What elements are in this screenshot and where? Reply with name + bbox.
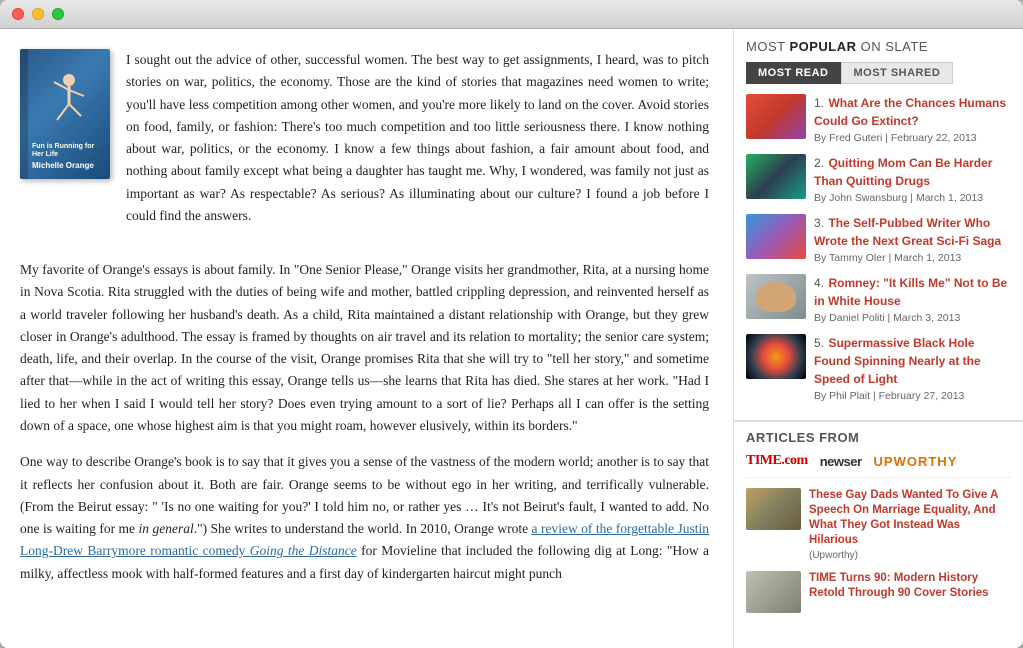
item-byline-3: By Tammy Oler | March 1, 2013 [814, 252, 1011, 264]
browser-window: Fun is Running for Her Life Michelle Ora… [0, 0, 1023, 648]
popular-item-text-3: 3. The Self-Pubbed Writer Who Wrote the … [814, 214, 1011, 264]
popular-thumb-4 [746, 274, 806, 319]
popular-item-3: 3. The Self-Pubbed Writer Who Wrote the … [746, 214, 1011, 264]
article-text-block: I sought out the advice of other, succes… [126, 49, 709, 241]
popular-item-2: 2. Quitting Mom Can Be Harder Than Quitt… [746, 154, 1011, 204]
popular-thumb-1 [746, 94, 806, 139]
article-paragraph-2: My favorite of Orange's essays is about … [20, 259, 709, 437]
item-number-2: 2. [814, 156, 824, 170]
item-number-5: 5. [814, 336, 824, 350]
book-cover-author: Michelle Orange [32, 161, 106, 171]
popular-item-4: 4. Romney: "It Kills Me" Not to Be in Wh… [746, 274, 1011, 324]
popular-item-text-4: 4. Romney: "It Kills Me" Not to Be in Wh… [814, 274, 1011, 324]
from-headline-1[interactable]: These Gay Dads Wanted To Give A Speech O… [809, 488, 1011, 548]
item-headline-5[interactable]: Supermassive Black Hole Found Spinning N… [814, 336, 981, 386]
logo-newser[interactable]: newser [820, 454, 862, 469]
article-top: Fun is Running for Her Life Michelle Ora… [20, 49, 709, 241]
book-cover-figure [32, 69, 106, 129]
popular-thumb-3 [746, 214, 806, 259]
item-headline-2[interactable]: Quitting Mom Can Be Harder Than Quitting… [814, 156, 992, 188]
from-article-text-2: TIME Turns 90: Modern History Retold Thr… [809, 571, 1011, 603]
item-number-4: 4. [814, 276, 824, 290]
book-cover-title: Fun is Running for Her Life [32, 143, 106, 160]
minimize-button[interactable] [32, 8, 44, 20]
maximize-button[interactable] [52, 8, 64, 20]
sidebar: MOST POPULAR ON SLATE MOST READ MOST SHA… [733, 29, 1023, 648]
item-byline-2: By John Swansburg | March 1, 2013 [814, 192, 1011, 204]
article-link-1[interactable]: a review of the forgettable Justin Long-… [20, 521, 709, 558]
tab-most-shared[interactable]: MOST SHARED [841, 62, 954, 84]
item-byline-4: By Daniel Politi | March 3, 2013 [814, 312, 1011, 324]
from-article-1: These Gay Dads Wanted To Give A Speech O… [746, 488, 1011, 561]
book-cover: Fun is Running for Her Life Michelle Ora… [20, 49, 110, 179]
popular-item-text-5: 5. Supermassive Black Hole Found Spinnin… [814, 334, 1011, 402]
popular-section: MOST POPULAR ON SLATE MOST READ MOST SHA… [734, 29, 1023, 420]
popular-title-prefix: MOST [746, 39, 789, 54]
source-logos: TIME.com newser UPWORTHY [746, 453, 1011, 478]
tab-most-read[interactable]: MOST READ [746, 62, 841, 84]
popular-section-title: MOST POPULAR ON SLATE [746, 39, 1011, 54]
from-source-1: (Upworthy) [809, 550, 1011, 561]
popular-title-suffix: ON SLATE [857, 39, 928, 54]
from-thumb-2 [746, 571, 801, 613]
articles-from-section: ARTICLES FROM TIME.com newser UPWORTHY T… [734, 420, 1023, 631]
logo-upworthy[interactable]: UPWORTHY [874, 454, 958, 469]
browser-content: Fun is Running for Her Life Michelle Ora… [0, 29, 1023, 648]
item-byline-1: By Fred Guteri | February 22, 2013 [814, 132, 1011, 144]
popular-title-bold: POPULAR [789, 39, 856, 54]
main-article: Fun is Running for Her Life Michelle Ora… [0, 29, 733, 648]
from-article-2: TIME Turns 90: Modern History Retold Thr… [746, 571, 1011, 613]
book-cover-text: Fun is Running for Her Life Michelle Ora… [32, 143, 106, 171]
article-paragraph-3: One way to describe Orange's book is to … [20, 451, 709, 585]
popular-thumb-5 [746, 334, 806, 379]
item-headline-4[interactable]: Romney: "It Kills Me" Not to Be in White… [814, 276, 1007, 308]
popular-list: 1. What Are the Chances Humans Could Go … [746, 94, 1011, 402]
browser-chrome [0, 0, 1023, 29]
item-number-1: 1. [814, 96, 824, 110]
close-button[interactable] [12, 8, 24, 20]
item-byline-5: By Phil Plait | February 27, 2013 [814, 390, 1011, 402]
popular-item-text-2: 2. Quitting Mom Can Be Harder Than Quitt… [814, 154, 1011, 204]
from-headline-2[interactable]: TIME Turns 90: Modern History Retold Thr… [809, 571, 1011, 601]
article-paragraph-1: I sought out the advice of other, succes… [126, 49, 709, 227]
thumb-face [756, 282, 796, 312]
logo-time[interactable]: TIME.com [746, 453, 808, 469]
item-headline-1[interactable]: What Are the Chances Humans Could Go Ext… [814, 96, 1006, 128]
popular-item-text-1: 1. What Are the Chances Humans Could Go … [814, 94, 1011, 144]
articles-from-title: ARTICLES FROM [746, 430, 1011, 445]
item-headline-3[interactable]: The Self-Pubbed Writer Who Wrote the Nex… [814, 216, 1001, 248]
from-article-text-1: These Gay Dads Wanted To Give A Speech O… [809, 488, 1011, 561]
popular-item-5: 5. Supermassive Black Hole Found Spinnin… [746, 334, 1011, 402]
from-thumb-1 [746, 488, 801, 530]
popular-thumb-2 [746, 154, 806, 199]
item-number-3: 3. [814, 216, 824, 230]
book-cover-illustration [39, 72, 99, 127]
popular-item-1: 1. What Are the Chances Humans Could Go … [746, 94, 1011, 144]
popular-tabs: MOST READ MOST SHARED [746, 62, 1011, 84]
